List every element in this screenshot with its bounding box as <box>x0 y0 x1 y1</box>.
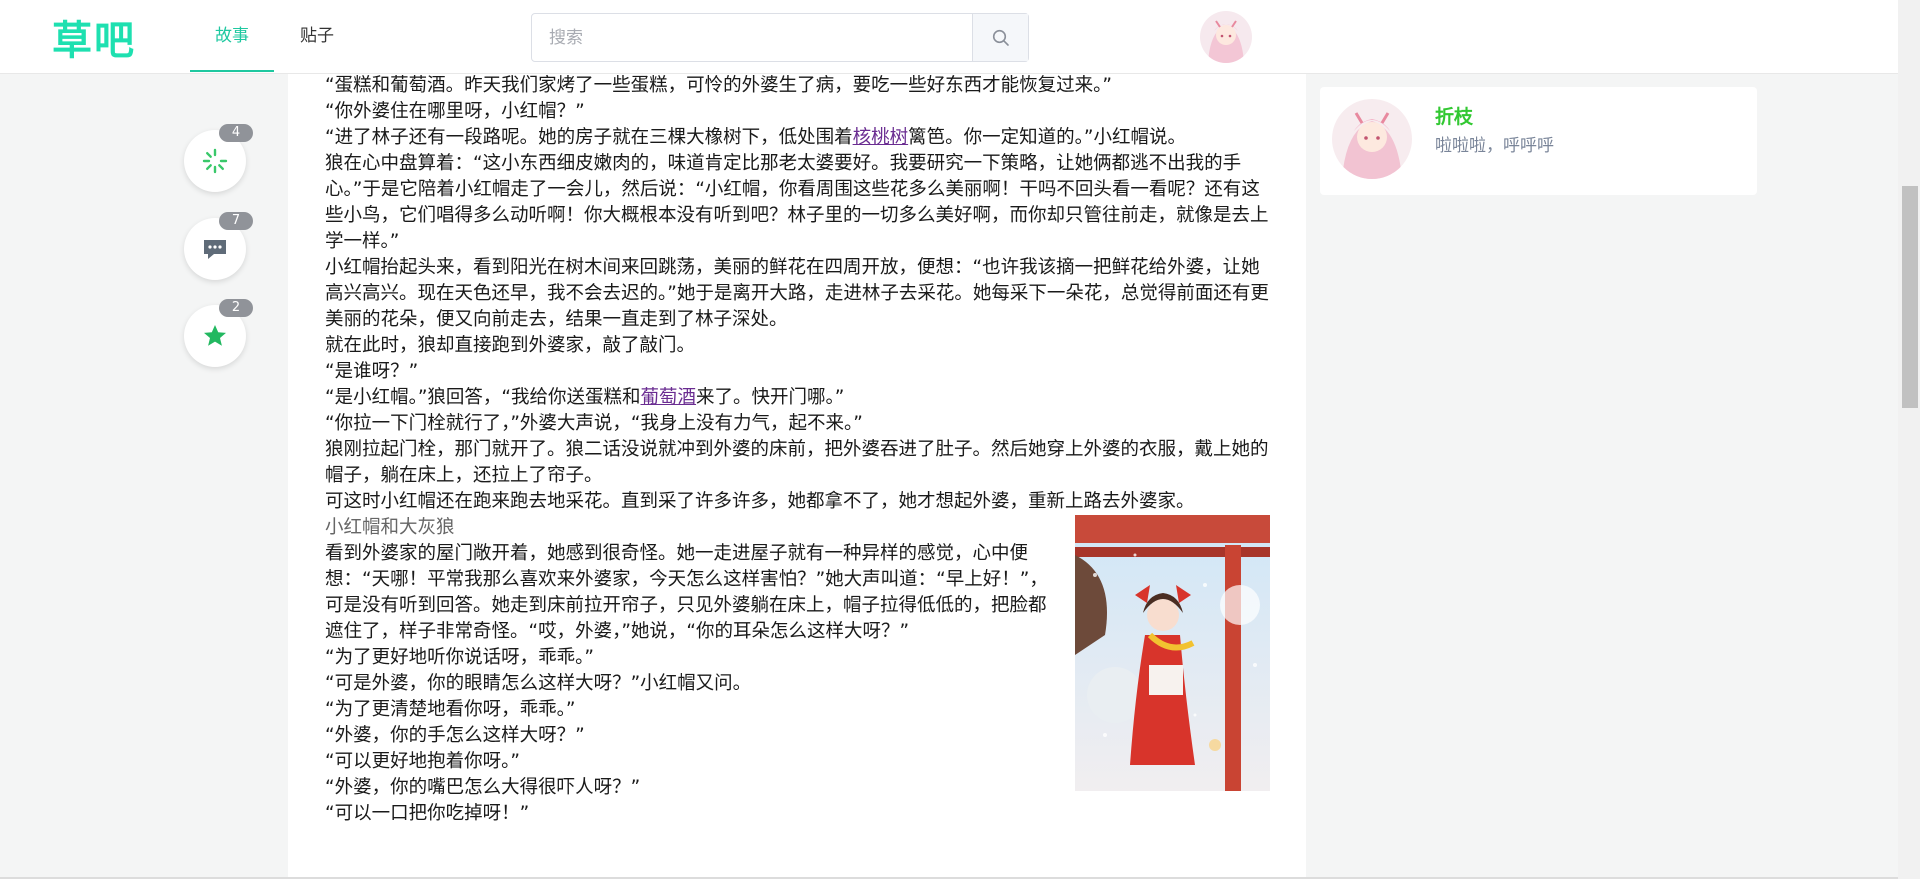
paragraph: “进了林子还有一段路呢。她的房子就在三棵大橡树下，低处围着核桃树篱笆。你一定知道… <box>325 127 1186 148</box>
paragraph: “可以一口把你吃掉呀！” <box>325 803 530 824</box>
paragraph: 小红帽抬起头来，看到阳光在树木间来回跳荡，美丽的鲜花在四周开放，便想：“也许我该… <box>325 257 1269 330</box>
paragraph: “蛋糕和葡萄酒。昨天我们家烤了一些蛋糕，可怜的外婆生了病，要吃一些好东西才能恢复… <box>325 75 1112 96</box>
paragraph: 可这时小红帽还在跑来跑去地采花。直到采了许多许多，她都拿不了，她才想起外婆，重新… <box>325 491 1195 512</box>
paragraph: “是小红帽。”狼回答，“我给你送蛋糕和葡萄酒来了。快开门哪。” <box>325 387 845 408</box>
star-action-button[interactable]: 2 <box>184 299 253 367</box>
search-icon <box>992 29 1009 46</box>
paragraph: 狼刚拉起门栓，那门就开了。狼二话没说就冲到外婆的床前，把外婆吞进了肚子。然后她穿… <box>325 439 1269 486</box>
paragraph: 狼在心中盘算着：“这小东西细皮嫩肉的，味道肯定比那老太婆要好。我要研究一下策略，… <box>325 153 1269 252</box>
comment-count-badge: 7 <box>219 212 253 230</box>
comment-action-button[interactable]: 7 <box>184 212 253 280</box>
walnut-tree-link[interactable]: 核桃树 <box>853 127 909 148</box>
search-box <box>531 13 1029 62</box>
author-card: 折枝 啦啦啦，呼呼呼 <box>1320 87 1757 195</box>
comment-icon <box>204 240 226 259</box>
author-avatar-image <box>1332 99 1412 179</box>
paragraph: “是谁呀？” <box>325 361 419 382</box>
author-bio: 啦啦啦，呼呼呼 <box>1435 136 1554 156</box>
search-button[interactable] <box>972 14 1028 61</box>
author-name[interactable]: 折枝 <box>1435 102 1473 129</box>
loading-count-badge: 4 <box>219 124 253 142</box>
story-text: “蛋糕和葡萄酒。昨天我们家烤了一些蛋糕，可怜的外婆生了病，要吃一些好东西才能恢复… <box>325 73 1270 827</box>
tab-stories[interactable]: 故事 <box>190 0 274 72</box>
paragraph: “你外婆住在哪里呀，小红帽？” <box>325 101 585 122</box>
illustration-image <box>1075 515 1270 791</box>
tab-posts[interactable]: 贴子 <box>282 0 352 72</box>
star-count-badge: 2 <box>219 299 253 317</box>
author-avatar[interactable] <box>1332 99 1412 179</box>
site-logo[interactable]: 草吧 <box>52 8 136 66</box>
story-illustration <box>1075 515 1270 791</box>
star-icon <box>204 325 226 346</box>
search-input[interactable] <box>532 14 972 61</box>
scrollbar-thumb[interactable] <box>1902 186 1918 408</box>
paragraph: 就在此时，狼却直接跑到外婆家，敲了敲门。 <box>325 335 696 356</box>
avatar-image <box>1200 11 1252 63</box>
paragraph: “你拉一下门栓就行了，”外婆大声说，“我身上没有力气，起不来。” <box>325 413 863 434</box>
page-scrollbar[interactable] <box>1898 0 1920 879</box>
top-navbar: 草吧 故事 贴子 <box>0 0 1898 74</box>
story-article: “蛋糕和葡萄酒。昨天我们家烤了一些蛋糕，可怜的外婆生了病，要吃一些好东西才能恢复… <box>288 73 1306 879</box>
loading-icon <box>202 148 228 174</box>
wine-link[interactable]: 葡萄酒 <box>641 387 697 408</box>
loading-action-button[interactable]: 4 <box>184 124 253 192</box>
user-avatar[interactable] <box>1200 11 1252 63</box>
